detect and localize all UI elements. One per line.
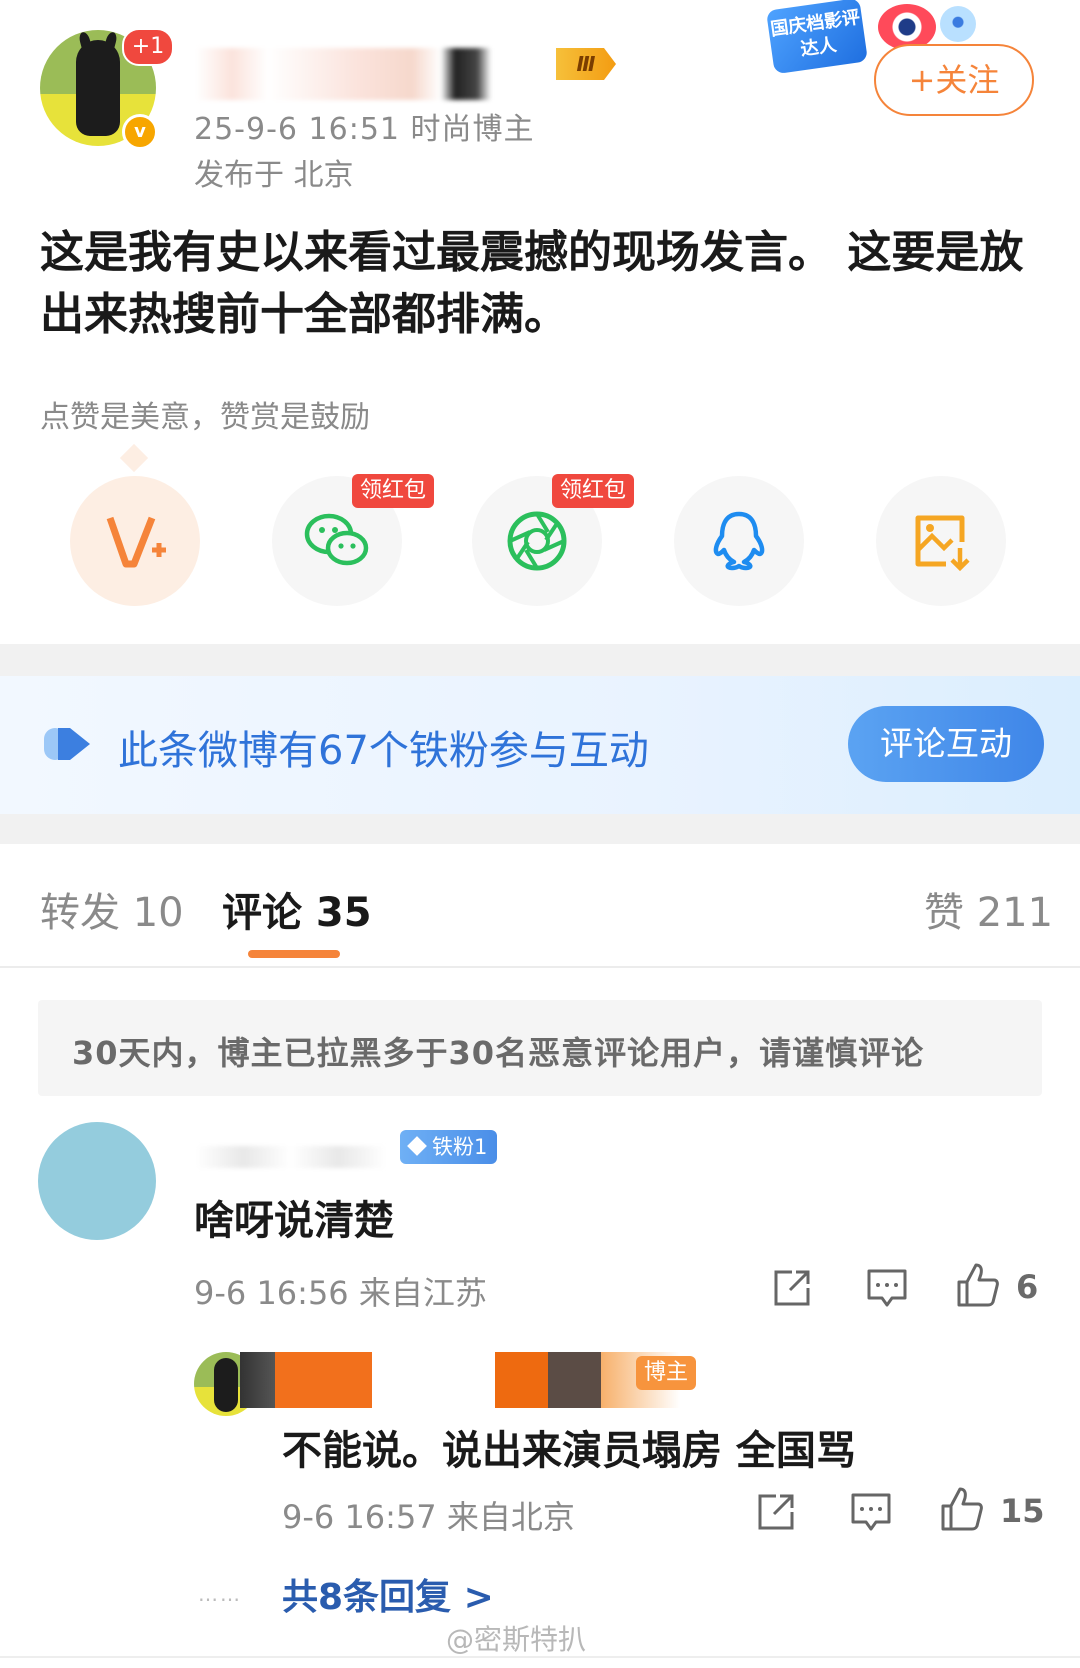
caption-pointer (119, 443, 149, 473)
comment-icon[interactable] (850, 1492, 892, 1532)
more-replies-link[interactable]: 共8条回复 > (282, 1568, 494, 1620)
avatar-count-badge: +1 (122, 28, 174, 66)
post-text: 这是我有史以来看过最震撼的现场发言。 这要是放出来热搜前十全部都排满。 (40, 227, 1024, 340)
tabs-divider (0, 966, 1080, 968)
save-image-icon (915, 515, 970, 572)
comment-text: 啥呀说清楚 (194, 1198, 394, 1244)
level-badge: Ⅲ (556, 48, 616, 80)
v-plus-icon (106, 516, 166, 568)
section-divider (0, 644, 1080, 676)
bottom-divider (0, 1656, 1080, 1658)
fan-badge-label: 铁粉1 (432, 1135, 488, 1159)
qq-icon (713, 511, 765, 571)
reply-text: 不能说。说出来演员塌房 全国骂 (282, 1428, 856, 1474)
mascot-ball-icon (940, 6, 976, 42)
reply-like-count: 15 (1000, 1492, 1045, 1530)
share-icon[interactable] (756, 1492, 796, 1532)
fan-badge: 铁粉1 (400, 1130, 498, 1164)
event-badge[interactable]: 国庆档影评达人 (766, 0, 868, 75)
author-tag: 博主 (636, 1356, 697, 1390)
commenter-avatar[interactable] (38, 1122, 156, 1240)
post-location: 发布于 北京 (194, 158, 354, 193)
fans-banner-text: 此条微博有67个铁粉参与互动 (118, 728, 649, 774)
reply-meta: 9-6 16:57 来自北京 (282, 1498, 575, 1536)
reply-dots: …… (198, 1582, 242, 1606)
section-divider (0, 814, 1080, 844)
like-icon[interactable] (940, 1486, 984, 1532)
red-packet-tag: 领红包 (552, 474, 635, 508)
comment-interact-button[interactable]: 评论互动 (848, 706, 1044, 782)
tab-likes[interactable]: 赞 211 (924, 880, 1053, 938)
active-tab-indicator (248, 950, 340, 958)
reward-button[interactable] (70, 476, 200, 606)
wechat-icon (304, 513, 369, 566)
tab-comments[interactable]: 评论 35 (222, 880, 372, 938)
reward-caption: 点赞是美意，赞赏是鼓励 (40, 400, 370, 435)
comment-icon[interactable] (866, 1268, 908, 1308)
moments-icon (507, 511, 567, 571)
follow-button[interactable]: +关注 (874, 44, 1034, 116)
author-name-blurred[interactable] (196, 48, 556, 100)
red-packet-tag: 领红包 (352, 474, 435, 508)
reply-name-blurred[interactable] (240, 1352, 680, 1408)
tab-repost[interactable]: 转发 10 (40, 880, 184, 938)
watermark: @密斯特扒 (446, 1623, 587, 1656)
commenter-name-blurred[interactable] (196, 1146, 386, 1168)
share-icon[interactable] (772, 1268, 812, 1308)
comment-meta: 9-6 16:56 来自江苏 (194, 1274, 487, 1312)
comment-like-count: 6 (1016, 1268, 1039, 1306)
fans-play-icon (44, 728, 90, 760)
post-timestamp: 25-9-6 16:51 时尚博主 (194, 112, 535, 147)
warning-text: 30天内，博主已拉黑多于30名恶意评论用户，请谨慎评论 (72, 1034, 925, 1072)
share-qq-button[interactable] (674, 476, 804, 606)
verified-icon: v (122, 114, 158, 150)
like-icon[interactable] (956, 1262, 1000, 1308)
save-image-button[interactable] (876, 476, 1006, 606)
